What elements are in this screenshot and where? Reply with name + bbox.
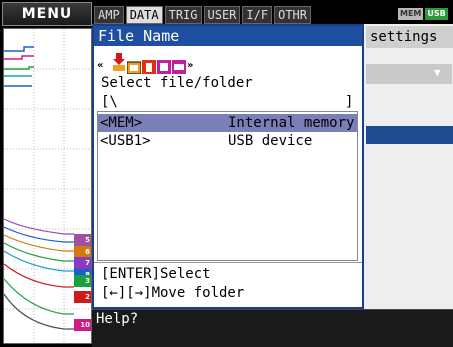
list-item[interactable]: <USB1> USB device (98, 132, 357, 150)
list-item-name: <MEM> (100, 115, 143, 131)
tab-trig[interactable]: TRIG (164, 6, 202, 24)
path-close: ] (345, 94, 354, 110)
list-item-description: USB device (228, 133, 313, 149)
waveform-panel: 5 6 7 8 3 2 10 (3, 28, 92, 344)
tab-if[interactable]: I/F (242, 6, 273, 24)
tab-bar: AMP DATA TRIG USER I/F OTHR (94, 6, 364, 24)
channel-tag: 5 (74, 234, 91, 246)
folder-up-icon[interactable] (112, 53, 126, 73)
help-text: Help? (96, 311, 139, 327)
folder-icon[interactable] (126, 59, 142, 75)
channel-tag: 7 (74, 257, 91, 269)
dialog-toolbar: « » (97, 51, 201, 75)
hint-select: [ENTER]Select (101, 266, 211, 282)
dialog-prompt: Select file/folder (101, 75, 253, 91)
tab-othr[interactable]: OTHR (274, 6, 311, 24)
channel-tag: 2 (74, 291, 91, 303)
tab-user[interactable]: USER (203, 6, 241, 24)
path-open: [\ (101, 94, 118, 110)
hint-move-folder: [←][→]Move folder (101, 285, 245, 301)
chevron-down-icon: ▼ (434, 66, 441, 79)
settings-header: settings (366, 26, 453, 48)
next-arrow-icon[interactable]: » (187, 59, 201, 73)
tab-data[interactable]: DATA (125, 6, 163, 24)
list-item-description: Internal memory (228, 115, 355, 131)
media-icon[interactable] (157, 59, 171, 74)
prev-arrow-icon[interactable]: « (97, 59, 111, 73)
status-badges: MEM USB (398, 8, 451, 20)
dialog-title: File Name (94, 26, 362, 46)
help-bar (92, 309, 453, 347)
channel-tag: 3 (74, 275, 91, 287)
dialog-divider (94, 262, 362, 263)
device-icon[interactable] (172, 59, 186, 74)
list-item-name: <USB1> (100, 133, 151, 149)
channel-tag: 10 (74, 319, 91, 331)
file-list: <MEM> Internal memory <USB1> USB device (97, 111, 358, 261)
usb-badge: USB (425, 8, 448, 20)
delete-icon[interactable] (142, 59, 156, 74)
menu-button[interactable]: MENU (2, 2, 92, 26)
mem-badge: MEM (398, 8, 424, 20)
list-item[interactable]: <MEM> Internal memory (98, 114, 357, 132)
settings-selected-row[interactable] (366, 126, 453, 144)
tab-amp[interactable]: AMP (94, 6, 124, 24)
